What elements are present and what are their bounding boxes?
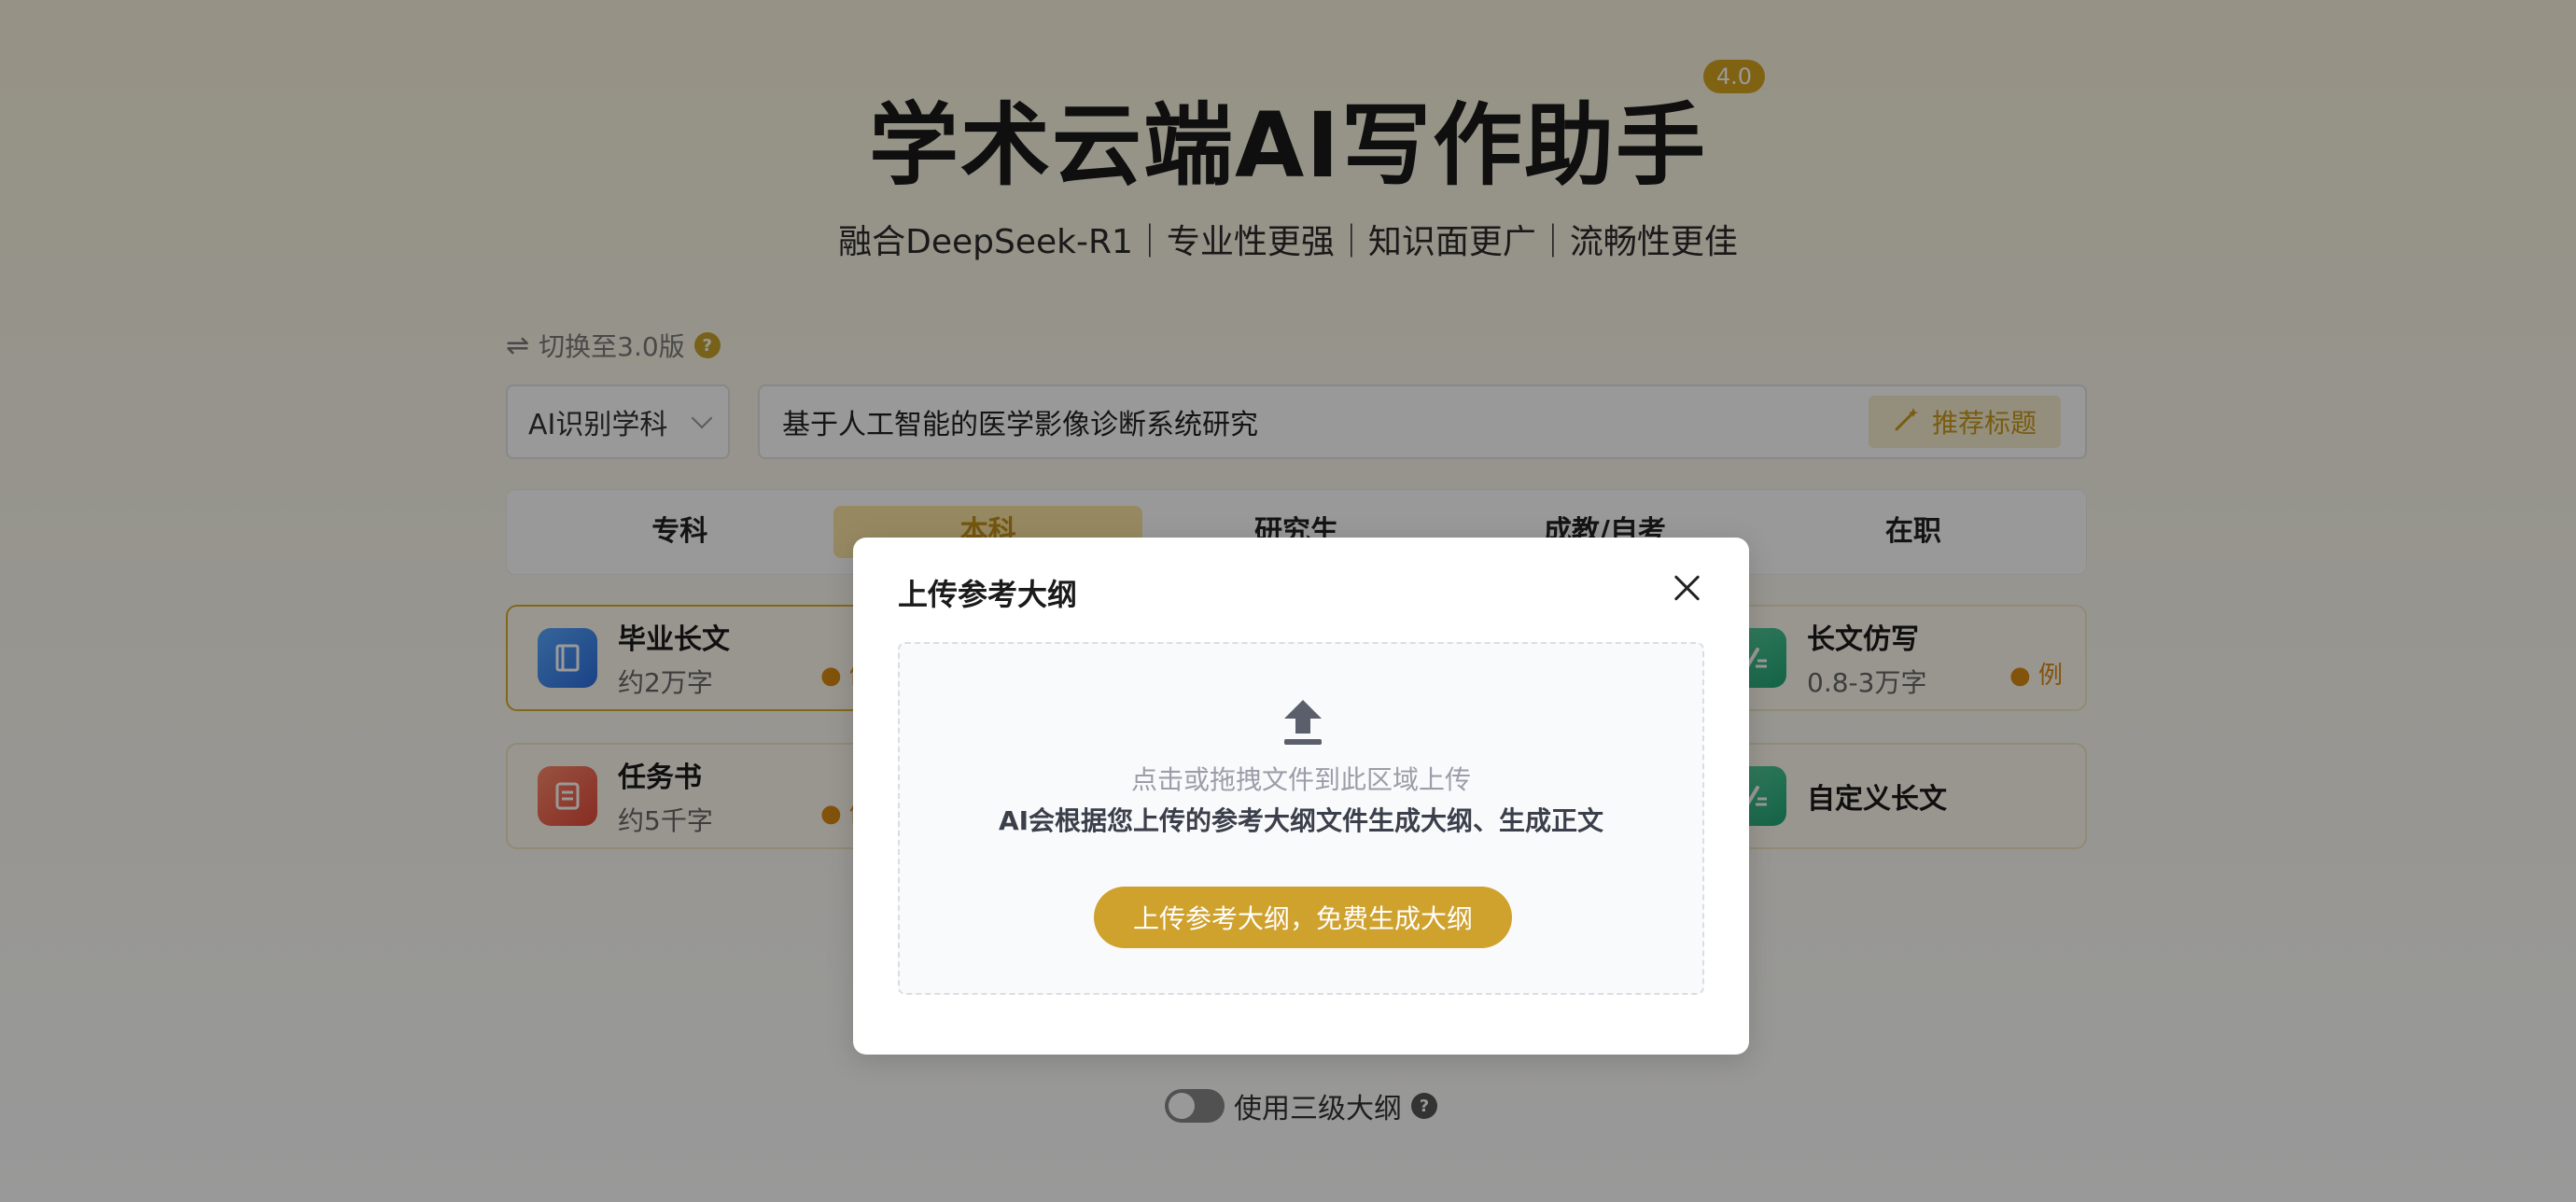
upload-icon [1284,700,1322,745]
file-dropzone[interactable]: 点击或拖拽文件到此区域上传 AI会根据您上传的参考大纲文件生成大纲、生成正文 上… [898,642,1704,995]
modal-title: 上传参考大纲 [898,577,1078,612]
upload-outline-button[interactable]: 上传参考大纲，免费生成大纲 [1094,887,1512,948]
upload-description: AI会根据您上传的参考大纲文件生成大纲、生成正文 [998,805,1604,836]
upload-outline-modal: 上传参考大纲 点击或拖拽文件到此区域上传 AI会根据您上传的参考大纲文件生成大纲… [853,538,1749,1055]
close-icon[interactable] [1669,569,1706,607]
upload-hint: 点击或拖拽文件到此区域上传 [1130,764,1471,795]
